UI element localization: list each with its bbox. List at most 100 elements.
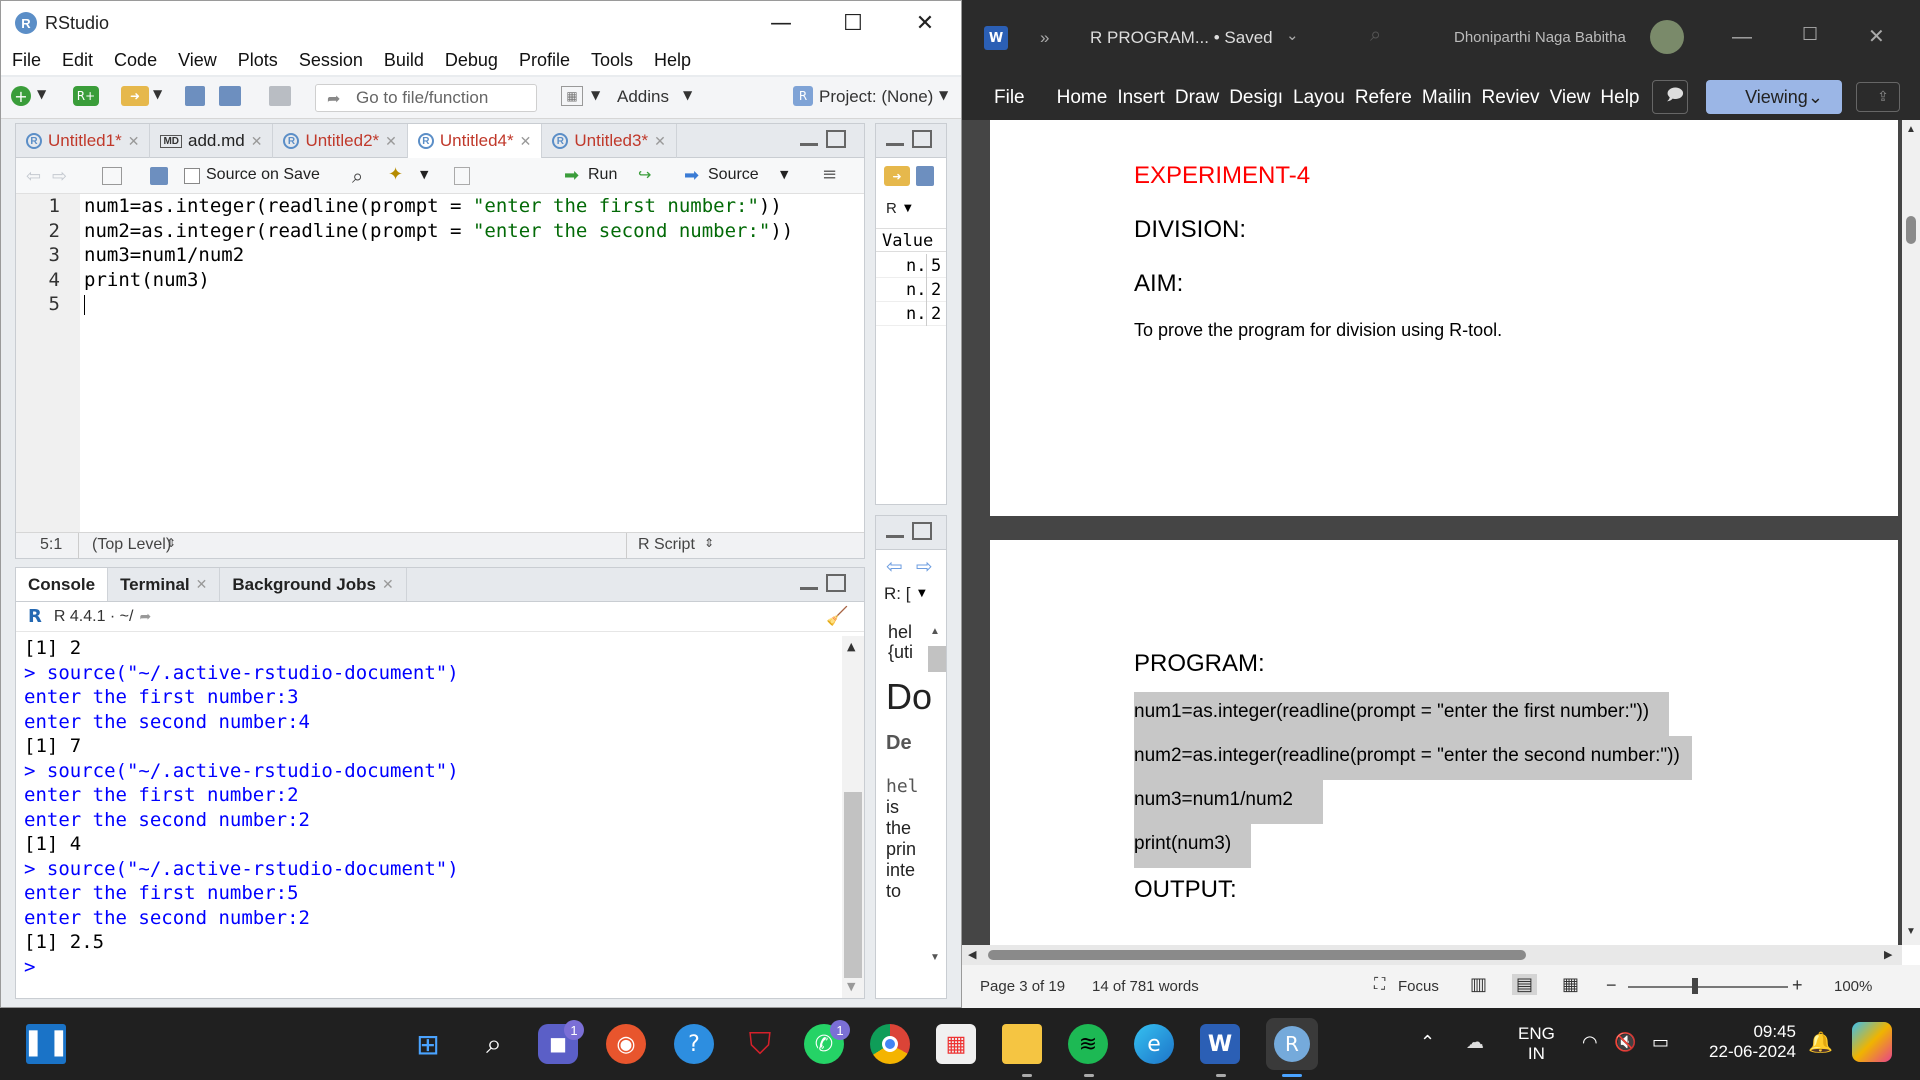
document-outline-icon[interactable]: ≡ xyxy=(822,164,837,185)
file-type-selector[interactable]: R Script xyxy=(638,536,695,554)
print-layout-icon[interactable]: ▤ xyxy=(1512,974,1538,995)
rstudio-icon[interactable]: R xyxy=(1266,1018,1318,1070)
comments-icon[interactable]: 🗩 xyxy=(1652,80,1688,114)
code-line[interactable]: print(num3) xyxy=(84,268,864,293)
onedrive-icon[interactable]: ☁ xyxy=(1466,1032,1484,1053)
scrollbar-thumb[interactable] xyxy=(988,950,1526,960)
read-mode-icon[interactable]: ▥ xyxy=(1470,974,1487,995)
scroll-right-icon[interactable]: ▶ xyxy=(1884,948,1892,961)
back-icon[interactable]: ⇦ xyxy=(886,554,903,578)
chevron-down-icon[interactable]: ▼ xyxy=(153,87,162,101)
close-button[interactable]: ✕ xyxy=(889,1,961,45)
minimize-pane-icon[interactable] xyxy=(800,132,818,146)
maximize-pane-icon[interactable] xyxy=(912,130,932,148)
scroll-down-icon[interactable]: ▼ xyxy=(847,980,855,993)
back-icon[interactable]: ⇦ xyxy=(26,166,41,187)
scroll-up-icon[interactable]: ▲ xyxy=(847,640,855,653)
close-tab-icon[interactable]: ✕ xyxy=(251,133,263,150)
start-icon[interactable]: ⊞ xyxy=(408,1024,448,1064)
search-icon[interactable]: ⌕ xyxy=(1370,24,1381,47)
ribbon-tab-layout[interactable]: Layou xyxy=(1283,87,1345,109)
code-line[interactable] xyxy=(84,292,864,317)
maximize-button[interactable]: ☐ xyxy=(817,1,889,45)
forward-icon[interactable]: ⇨ xyxy=(52,166,67,187)
viewing-mode-button[interactable]: Viewing ⌄ xyxy=(1706,80,1842,114)
clear-console-icon[interactable]: 🧹 xyxy=(826,606,848,627)
tab-untitled2[interactable]: R Untitled2* ✕ xyxy=(273,124,408,158)
widgets-icon[interactable]: ▌▐ xyxy=(26,1024,66,1064)
env-row[interactable]: n. 2 xyxy=(876,278,946,302)
document-title[interactable]: R PROGRAM... • Saved xyxy=(1090,28,1273,48)
code-line[interactable]: num2=as.integer(readline(prompt = "enter… xyxy=(84,219,864,244)
zoom-slider-thumb[interactable] xyxy=(1692,978,1698,994)
menu-file[interactable]: File xyxy=(1,50,51,71)
more-commands-icon[interactable]: » xyxy=(1040,28,1049,48)
console-output[interactable]: [1] 2 > source("~/.active-rstudio-documen… xyxy=(24,636,844,998)
avatar[interactable] xyxy=(1650,20,1684,54)
focus-button[interactable]: Focus xyxy=(1398,978,1439,995)
zoom-slider[interactable] xyxy=(1628,986,1788,988)
word-count[interactable]: 14 of 781 words xyxy=(1092,978,1199,995)
word-icon[interactable]: W xyxy=(1200,1024,1240,1064)
help-topic-selector[interactable]: R: [ xyxy=(884,584,910,604)
code-line[interactable]: num1=as.integer(readline(prompt = "enter… xyxy=(84,194,864,219)
search-icon[interactable]: ⌕ xyxy=(474,1024,514,1064)
zoom-in-button[interactable]: + xyxy=(1792,975,1803,996)
web-layout-icon[interactable]: ▦ xyxy=(1562,974,1579,995)
scroll-down-icon[interactable]: ▼ xyxy=(1906,926,1916,937)
store-icon[interactable]: ▦ xyxy=(936,1024,976,1064)
battery-icon[interactable]: ▭ xyxy=(1652,1032,1669,1053)
save-icon[interactable] xyxy=(150,167,168,185)
share-icon[interactable]: ⇪ xyxy=(1856,82,1900,112)
tab-background-jobs[interactable]: Background Jobs ✕ xyxy=(220,568,407,601)
chevron-down-icon[interactable]: ⌄ xyxy=(1286,26,1299,44)
menu-tools[interactable]: Tools xyxy=(580,50,643,71)
save-all-icon[interactable] xyxy=(219,86,241,106)
ribbon-tab-file[interactable]: File xyxy=(962,87,1047,109)
show-hidden-icons-icon[interactable]: ⌃ xyxy=(1420,1032,1435,1053)
minimize-button[interactable]: — xyxy=(745,1,817,45)
chevron-down-icon[interactable]: ▼ xyxy=(591,88,600,102)
grid-layout-icon[interactable]: ▦ xyxy=(561,86,583,106)
menu-help[interactable]: Help xyxy=(643,50,701,71)
close-tab-icon[interactable]: ✕ xyxy=(385,133,397,150)
run-button[interactable]: Run xyxy=(588,166,617,184)
project-menu[interactable]: Project: (None) xyxy=(819,87,933,107)
ribbon-tab-draw[interactable]: Draw xyxy=(1165,87,1219,109)
minimize-pane-icon[interactable] xyxy=(800,576,818,590)
firefox-icon[interactable]: ◉ xyxy=(606,1024,646,1064)
language-selector[interactable]: R xyxy=(886,200,897,217)
ribbon-tab-design[interactable]: Desigı xyxy=(1219,87,1283,109)
chevron-down-icon[interactable]: ▼ xyxy=(904,203,912,214)
env-row[interactable]: n. 5 xyxy=(876,254,946,278)
tab-add-md[interactable]: MD add.md ✕ xyxy=(150,124,274,158)
new-project-icon[interactable]: R+ xyxy=(73,86,99,106)
scroll-up-icon[interactable]: ▲ xyxy=(1906,124,1916,135)
chevron-down-icon[interactable]: ▼ xyxy=(683,88,692,102)
scroll-up-icon[interactable]: ▲ xyxy=(930,626,940,637)
zoom-level[interactable]: 100% xyxy=(1834,978,1872,995)
compile-report-icon[interactable] xyxy=(454,167,470,185)
ribbon-tab-help[interactable]: Help xyxy=(1590,87,1639,109)
chevron-down-icon[interactable]: ▼ xyxy=(780,168,788,181)
code-tools-wand-icon[interactable]: ✦ xyxy=(388,164,403,185)
source-button[interactable]: Source xyxy=(708,166,759,184)
user-name[interactable]: Dhoniparthi Naga Babitha xyxy=(1454,29,1626,46)
load-workspace-icon[interactable]: ➜ xyxy=(884,166,910,186)
menu-session[interactable]: Session xyxy=(288,50,373,71)
print-icon[interactable] xyxy=(269,86,291,106)
go-to-directory-icon[interactable]: ➦ xyxy=(139,609,151,625)
menu-debug[interactable]: Debug xyxy=(434,50,508,71)
code-line[interactable]: num3=num1/num2 xyxy=(84,243,864,268)
menu-view[interactable]: View xyxy=(167,50,227,71)
page-count[interactable]: Page 3 of 19 xyxy=(980,978,1065,995)
scroll-left-icon[interactable]: ◀ xyxy=(968,948,976,961)
chrome-icon[interactable] xyxy=(870,1024,910,1064)
env-row[interactable]: n. 2 xyxy=(876,302,946,326)
menu-build[interactable]: Build xyxy=(373,50,434,71)
horizontal-scrollbar[interactable]: ◀ ▶ xyxy=(962,945,1902,965)
save-icon[interactable] xyxy=(185,86,205,106)
chevron-down-icon[interactable]: ▼ xyxy=(918,588,926,599)
tab-terminal[interactable]: Terminal ✕ xyxy=(108,568,221,601)
mute-icon[interactable]: 🔇 xyxy=(1614,1032,1636,1053)
